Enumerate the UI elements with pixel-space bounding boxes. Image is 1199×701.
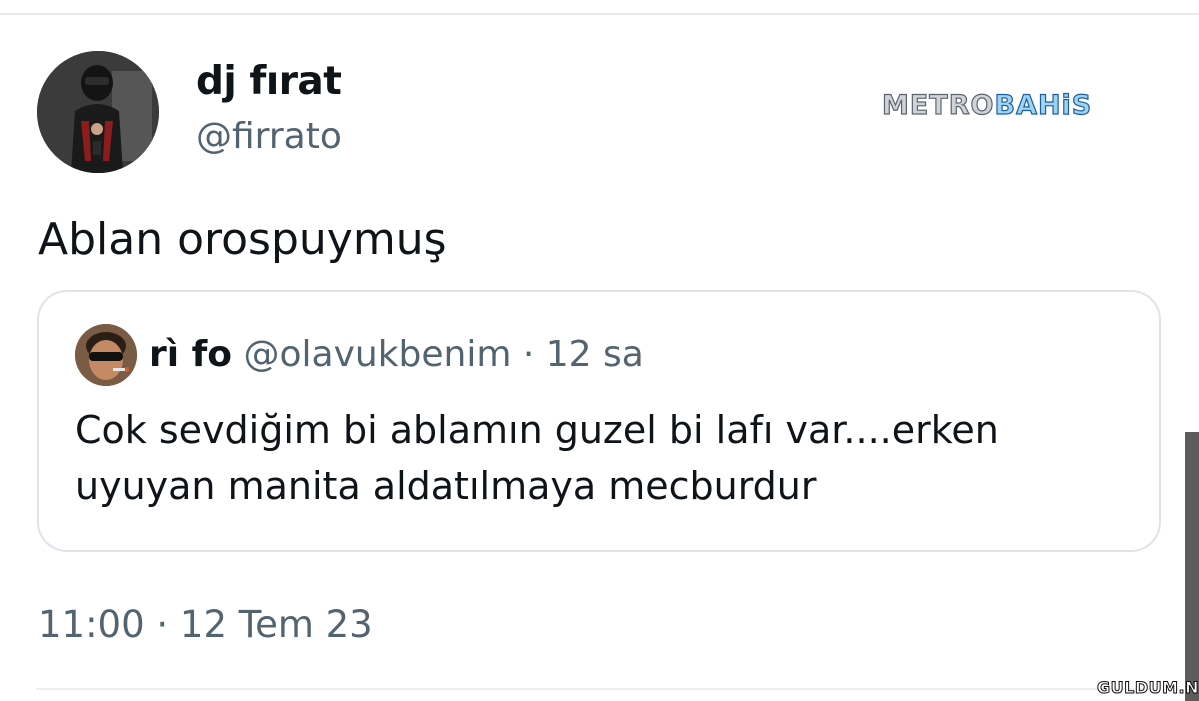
tweet-timestamp[interactable]: 11:00 · 12 Tem 23	[38, 600, 373, 650]
author-avatar[interactable]	[37, 51, 159, 173]
quoted-author-name[interactable]: rì fo	[149, 334, 232, 375]
brand-watermark: METROBAHiS	[881, 89, 1093, 122]
quoted-author-avatar[interactable]	[75, 324, 137, 386]
quoted-tweet-text: Cok sevdiğim bi ablamın guzel bi lafı va…	[75, 408, 999, 508]
brand-watermark-right: BAHiS	[994, 89, 1093, 121]
brand-watermark-left: METRO	[881, 89, 995, 121]
quoted-tweet-card[interactable]: rì fo @olavukbenim · 12 sa Cok sevdiğim …	[37, 290, 1161, 552]
tweet-text: Ablan orospuymuş	[38, 214, 447, 265]
quoted-author-meta: @olavukbenim · 12 sa	[243, 334, 644, 375]
quoted-avatar-image	[75, 324, 137, 386]
avatar-image	[37, 51, 159, 173]
author-display-name[interactable]: dj fırat	[196, 58, 342, 106]
corner-watermark: GULDUM.NET	[1097, 678, 1199, 698]
scrollbar[interactable]	[1185, 432, 1199, 701]
author-handle[interactable]: @firrato	[196, 114, 342, 160]
quoted-tweet-header: rì fo @olavukbenim · 12 sa	[149, 332, 644, 378]
top-divider	[0, 13, 1199, 15]
bottom-divider	[36, 688, 1161, 690]
